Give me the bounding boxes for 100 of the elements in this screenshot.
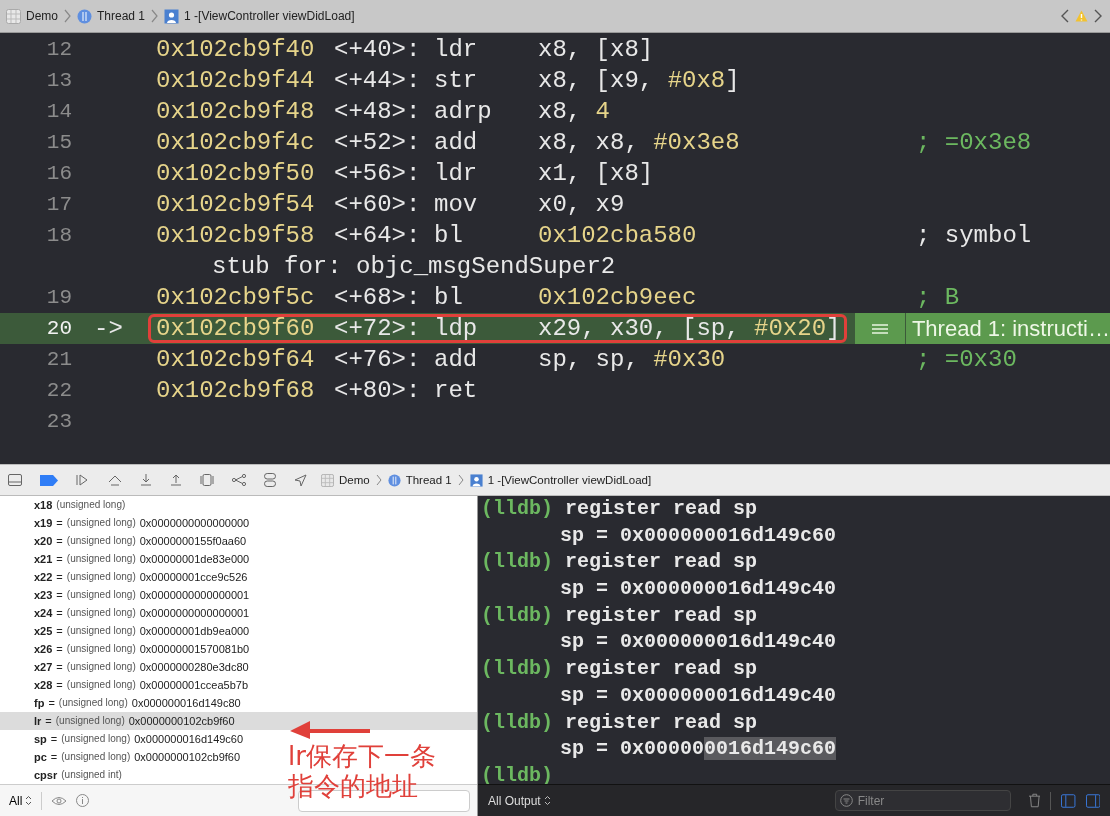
equals-sign: = — [56, 642, 63, 657]
register-value: 0x00000001570081b0 — [139, 642, 250, 657]
variable-row[interactable]: x26 = (unsigned long) 0x00000001570081b0 — [0, 640, 294, 658]
graph-icon[interactable] — [232, 474, 246, 486]
variable-row[interactable]: x20 = (unsigned long) 0x0000000155f0aa60 — [0, 532, 294, 550]
eye-icon[interactable] — [51, 795, 68, 806]
forward-icon[interactable] — [1094, 9, 1102, 23]
filter-field[interactable]: Filter — [834, 790, 1011, 811]
comment: stub for: objc_msgSendSuper2 — [211, 253, 616, 280]
register-name: x18 — [34, 498, 53, 513]
register-value: 0x0000000102cb9f60 — [134, 750, 241, 765]
breakpoint-icon[interactable] — [40, 474, 58, 486]
info-icon[interactable] — [76, 794, 90, 807]
breadcrumb-item[interactable]: Demo — [6, 8, 58, 24]
address: 0x102cb9f4c — [156, 129, 316, 156]
prompt: (lldb) — [481, 710, 553, 734]
updown-icon — [25, 795, 33, 806]
register-name: x26 — [34, 642, 53, 657]
mnemonic: ldr — [434, 36, 479, 63]
mnemonic: add — [434, 346, 479, 373]
equals-sign: = — [56, 588, 63, 603]
type-label: (unsigned long) — [56, 498, 126, 512]
line-number: 15 — [45, 131, 72, 154]
trash-icon[interactable] — [1028, 793, 1041, 808]
line-number: 21 — [45, 348, 72, 371]
address: 0x102cb9f40 — [156, 36, 316, 63]
variable-row[interactable]: lr = (unsigned long) 0x0000000102cb9f60 — [0, 712, 477, 730]
type-label: (unsigned long) — [66, 624, 136, 638]
operands: x8, x8, #0x3e8 — [538, 129, 740, 156]
breadcrumb-item[interactable]: 1 -[ViewController viewDidLoad] — [469, 473, 652, 487]
output-selector[interactable]: All Output — [488, 793, 551, 808]
prompt: (lldb) — [481, 603, 553, 627]
mnemonic: bl — [434, 284, 464, 311]
variable-row[interactable]: x22 = (unsigned long) 0x00000001cce9c526 — [0, 568, 294, 586]
address: 0x102cb9f54 — [156, 191, 316, 218]
thread-icon — [77, 8, 92, 24]
variable-row[interactable]: fp = (unsigned long) 0x000000016d149c80 — [0, 694, 294, 712]
breadcrumb-item[interactable]: Thread 1 — [387, 473, 452, 487]
step-into-icon[interactable] — [140, 474, 152, 486]
right-panel-icon[interactable] — [1085, 793, 1100, 808]
operands: x8, 4 — [538, 98, 610, 125]
type-label: (unsigned long) — [66, 606, 136, 620]
address: 0x102cb9f48 — [156, 98, 316, 125]
operands: x8, [x8] — [538, 36, 654, 63]
address: 0x102cb9f50 — [156, 160, 316, 187]
grid-icon — [321, 473, 334, 487]
left-panel-icon[interactable] — [1061, 793, 1076, 808]
variable-row[interactable]: x24 = (unsigned long) 0x0000000000000001 — [0, 604, 294, 622]
offset: <+60>: — [334, 191, 422, 218]
comment: ; =0x3e8 — [916, 129, 1032, 156]
equals-sign: = — [56, 534, 63, 549]
register-value: 0x0000000000000001 — [139, 606, 250, 621]
operands: sp, sp, #0x30 — [538, 346, 726, 373]
output-line: sp = 0x000000016d149c60 — [560, 737, 837, 761]
equals-sign: = — [56, 678, 63, 693]
variable-row[interactable]: x18 (unsigned long) — [0, 496, 294, 514]
variable-row[interactable]: x27 = (unsigned long) 0x0000000280e3dc80 — [0, 658, 294, 676]
offset: <+80>: — [334, 377, 422, 404]
line-number: 17 — [45, 193, 72, 216]
variable-row[interactable]: x23 = (unsigned long) 0x0000000000000001 — [0, 586, 294, 604]
scope-selector[interactable]: All — [9, 793, 33, 808]
environment-icon[interactable] — [264, 473, 276, 487]
register-name: x28 — [34, 678, 53, 693]
comment: ; =0x30 — [916, 346, 1017, 373]
offset: <+52>: — [334, 129, 422, 156]
register-name: lr — [34, 714, 42, 729]
variable-row[interactable]: x25 = (unsigned long) 0x00000001db9ea000 — [0, 622, 294, 640]
breadcrumb-item[interactable]: 1 -[ViewController viewDidLoad] — [164, 8, 355, 24]
register-name: sp — [34, 732, 47, 747]
register-value: 0x00000001db9ea000 — [139, 624, 250, 639]
updown-icon — [543, 795, 551, 806]
panel-icon[interactable] — [8, 474, 22, 486]
line-number: 16 — [45, 162, 72, 185]
command: register read sp — [565, 497, 758, 520]
mnemonic: ldr — [434, 160, 479, 187]
register-name: x24 — [34, 606, 53, 621]
step-over-icon[interactable] — [108, 474, 122, 486]
address: 0x102cb9f68 — [156, 377, 316, 404]
variable-row[interactable]: x28 = (unsigned long) 0x00000001ccea5b7b — [0, 676, 294, 694]
register-value: 0x0000000102cb9f60 — [128, 714, 235, 729]
register-value: 0x000000016d149c60 — [134, 732, 244, 747]
command: register read sp — [565, 710, 758, 734]
location-icon[interactable] — [294, 473, 307, 487]
back-icon[interactable] — [1061, 9, 1069, 23]
variable-row[interactable]: x21 = (unsigned long) 0x00000001de83e000 — [0, 550, 294, 568]
chevron-icon — [64, 9, 71, 23]
breadcrumb-item[interactable]: Demo — [321, 473, 370, 487]
breadcrumb-item[interactable]: Thread 1 — [77, 8, 146, 24]
variable-row[interactable]: x19 = (unsigned long) 0x0000000000000000 — [0, 514, 294, 532]
address: 0x102cb9f60 — [156, 315, 316, 342]
step-out-icon[interactable] — [170, 474, 182, 486]
mnemonic: ret — [434, 377, 479, 404]
register-name: x25 — [34, 624, 53, 639]
register-value: 0x000000016d149c80 — [131, 696, 241, 711]
view-hierarchy-icon[interactable] — [200, 474, 214, 486]
line-number: 23 — [45, 410, 72, 433]
offset: <+56>: — [334, 160, 422, 187]
equals-sign: = — [56, 552, 63, 567]
output-line: sp = 0x000000016d149c60 — [560, 523, 837, 547]
continue-icon[interactable] — [76, 474, 90, 486]
